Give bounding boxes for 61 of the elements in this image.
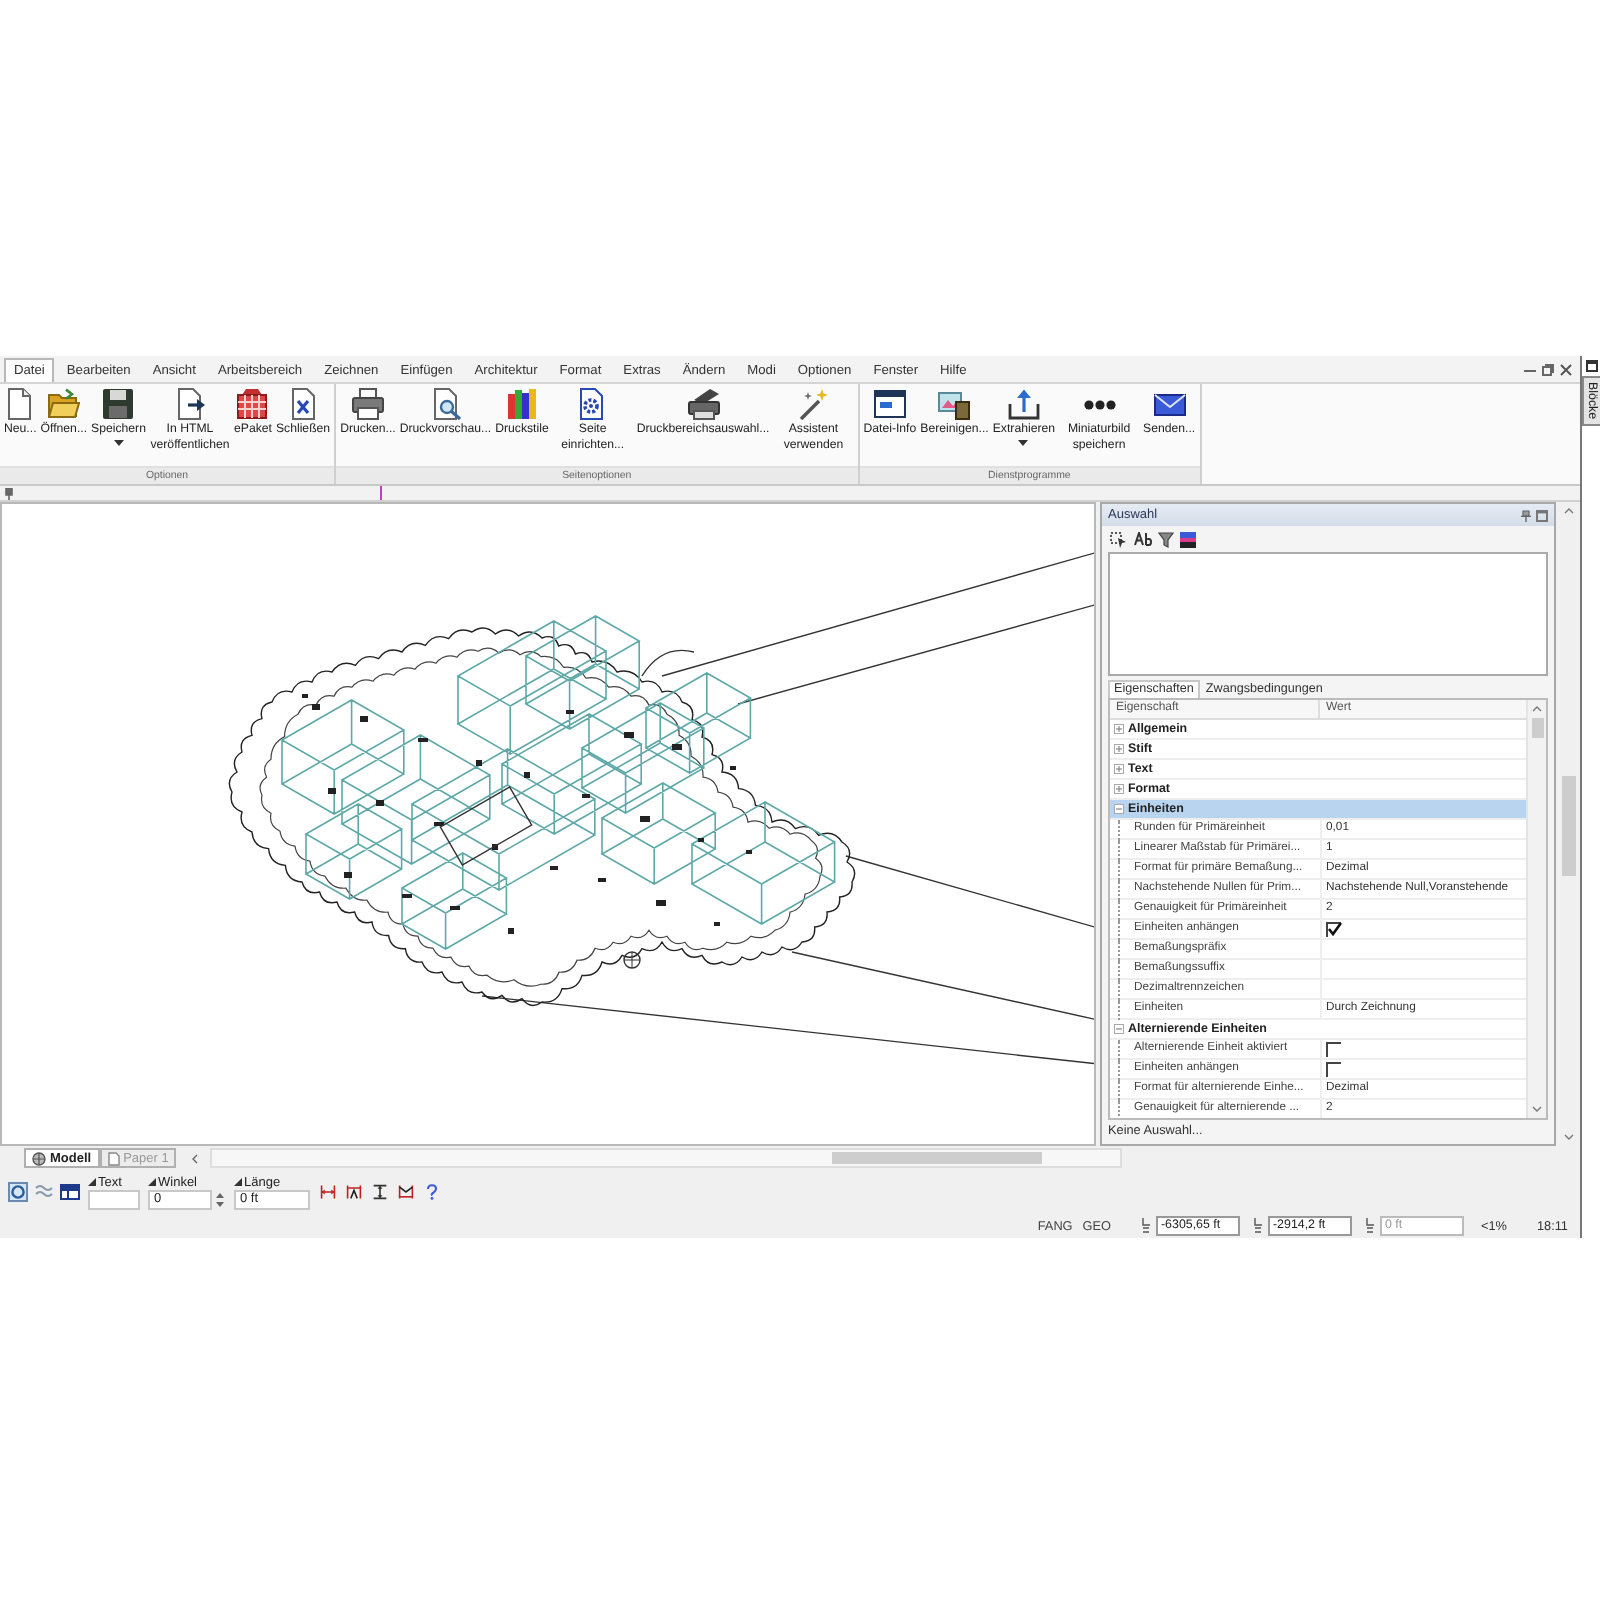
plus-box-icon[interactable] (1114, 724, 1124, 734)
maximize-icon[interactable] (1536, 509, 1548, 521)
axis-icon (1141, 1218, 1149, 1234)
page-icon (107, 1151, 120, 1165)
axis-icon (1365, 1218, 1373, 1234)
scrollbar-thumb[interactable] (832, 1152, 1043, 1164)
plus-box-icon[interactable] (1114, 764, 1124, 774)
marker-icon (148, 1178, 156, 1186)
dimension-icon[interactable] (398, 1184, 414, 1200)
cursor-marker (380, 486, 382, 500)
pin-icon[interactable] (1520, 509, 1532, 521)
marker-icon (88, 1178, 96, 1186)
envelope-icon (1153, 388, 1186, 420)
caret-up-icon[interactable] (1532, 706, 1542, 712)
restore-icon[interactable] (1542, 364, 1554, 376)
marker-icon (234, 1178, 242, 1186)
pin-icon[interactable] (4, 487, 14, 499)
gear-document-icon (576, 388, 609, 420)
checkbox[interactable] (1326, 1041, 1342, 1057)
checkbox[interactable] (1326, 1061, 1342, 1077)
selection-icon[interactable] (1110, 531, 1128, 547)
color-bars-icon (505, 388, 538, 420)
drawing-canvas[interactable] (0, 502, 1096, 1146)
dimension-icon[interactable] (372, 1184, 388, 1200)
magnifier-document-icon (429, 388, 462, 420)
vertical-scrollbar[interactable] (1556, 502, 1580, 1146)
horizontal-scrollbar[interactable] (210, 1148, 1123, 1168)
picture-brush-icon (938, 388, 971, 420)
caret-up-icon[interactable] (1563, 508, 1573, 514)
printer-icon (687, 388, 720, 420)
table-icon[interactable] (60, 1182, 80, 1202)
axis-icon (1253, 1218, 1261, 1234)
input-field[interactable] (88, 1190, 140, 1210)
caret-left-icon[interactable] (192, 1153, 199, 1163)
layers-icon[interactable] (1180, 531, 1196, 547)
help-icon[interactable] (424, 1184, 440, 1200)
dots-icon (1083, 399, 1116, 409)
window-icon (873, 388, 906, 420)
checkbox[interactable] (1326, 921, 1342, 937)
upload-tray-icon (1007, 388, 1040, 420)
printer-icon (351, 388, 384, 420)
globe-icon (32, 1151, 46, 1165)
minimize-icon[interactable] (1524, 369, 1536, 371)
caret-down-icon[interactable] (1563, 1134, 1573, 1140)
wand-icon (797, 388, 830, 420)
scrollbar-thumb[interactable] (1531, 718, 1543, 738)
scrollbar-thumb[interactable] (1561, 776, 1575, 876)
text-style-icon[interactable] (1134, 532, 1152, 546)
document-arrow-icon (173, 388, 206, 420)
package-icon (236, 388, 269, 420)
window-icon[interactable] (1585, 360, 1597, 372)
plus-box-icon[interactable] (1114, 784, 1124, 794)
snap-icon[interactable] (8, 1182, 28, 1202)
document-x-icon (287, 388, 320, 420)
folder-icon (47, 388, 80, 420)
vertical-scrollbar[interactable] (1526, 700, 1546, 1118)
plus-box-icon[interactable] (1114, 744, 1124, 754)
close-icon[interactable] (1560, 364, 1572, 376)
caret-down-icon[interactable] (1532, 1106, 1542, 1112)
dimension-icon[interactable] (346, 1184, 362, 1200)
filter-icon[interactable] (1158, 531, 1174, 547)
